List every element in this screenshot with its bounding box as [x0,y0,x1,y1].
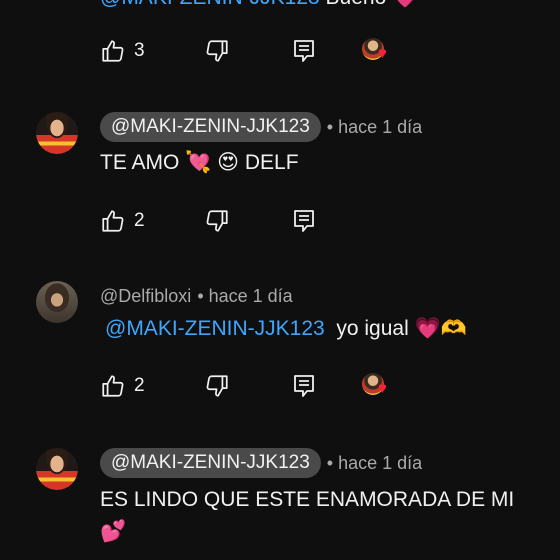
comment-time: hace 1 día [208,285,293,306]
reply-comment-icon [294,210,314,232]
creator-heart-icon: ♥ [378,45,387,62]
comment-actions: 3 ♥ [100,36,396,66]
like-button[interactable]: 2 [100,208,204,234]
comment-text-emoji: 💕 [100,520,127,543]
dislike-button[interactable] [204,208,292,234]
like-count: 2 [134,375,145,396]
author-chip[interactable]: @MAKI-ZENIN-JJK123 [100,448,321,478]
creator-heart[interactable]: ♥ [362,371,396,401]
thumbs-down-icon [206,40,228,62]
comment-header: @MAKI-ZENIN-JJK123 • hace 1 día [100,112,422,142]
comment-actions: 2 ♥ [100,371,396,401]
thumbs-down-icon [206,210,228,232]
comment-header: @MAKI-ZENIN-JJK123 • hace 1 día [100,448,422,478]
like-count: 2 [134,210,145,231]
avatar[interactable] [36,448,78,490]
avatar[interactable] [36,112,78,154]
mention-link[interactable]: @MAKI-ZENIN-JJK123 [100,0,320,9]
thumbs-up-icon [102,210,124,232]
like-button[interactable]: 3 [100,38,204,64]
thumbs-down-icon [206,375,228,397]
comment-time: hace 1 día [338,116,423,137]
author-chip[interactable]: @MAKI-ZENIN-JJK123 [100,112,321,142]
reply-comment-icon [294,40,314,62]
comment-time: hace 1 día [338,452,423,473]
like-button[interactable]: 2 [100,373,204,399]
thumbs-up-icon [102,375,124,397]
like-count: 3 [134,40,145,61]
thumbs-up-icon [102,40,124,62]
partial-comment-text: @MAKI-ZENIN-JJK123 Bueno 💗 [100,0,418,10]
creator-heart[interactable]: ♥ [362,36,396,66]
reply-comment-icon [294,375,314,397]
comment-header: @Delfibloxi • hace 1 día [100,285,293,307]
mention-link[interactable]: @MAKI-ZENIN-JJK123 [105,317,325,340]
comment-actions: 2 [100,206,362,236]
reply-button[interactable] [292,208,362,234]
avatar[interactable] [36,281,78,323]
reply-button[interactable] [292,38,362,64]
comment-text: ES LINDO QUE ESTE ENAMORADA DE MI [100,488,515,511]
comment-text: @MAKI-ZENIN-JJK123 yo igual 💗🫶 [105,317,467,340]
reply-button[interactable] [292,373,362,399]
dislike-button[interactable] [204,38,292,64]
comments-page: @MAKI-ZENIN-JJK123 Bueno 💗 3 ♥ @MAKI-ZEN… [0,0,560,560]
creator-heart-icon: ♥ [378,380,387,397]
dislike-button[interactable] [204,373,292,399]
comment-text: TE AMO 💘 😍 DELF [100,151,299,174]
author-handle[interactable]: @Delfibloxi [100,286,191,307]
